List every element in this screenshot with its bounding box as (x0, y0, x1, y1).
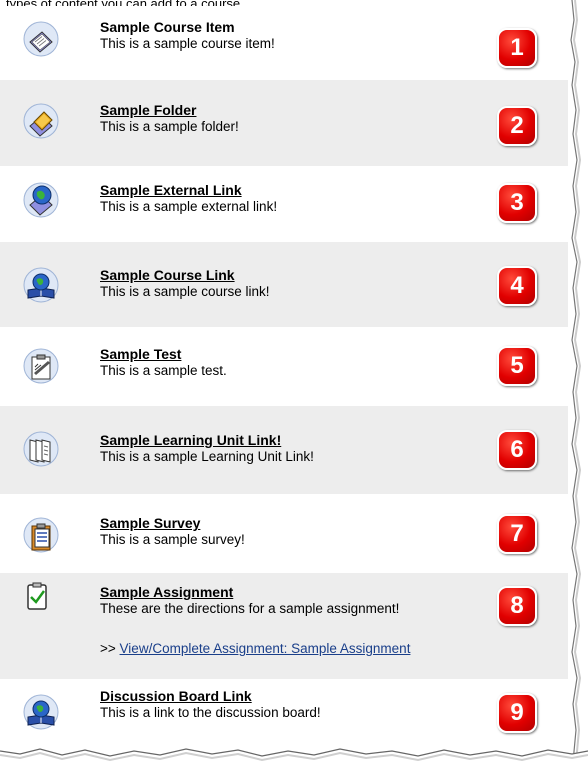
course-content-list-screenshot: types of content you can add to a course… (0, 0, 588, 773)
item-title-link[interactable]: Sample External Link (100, 182, 478, 199)
course-link-icon (22, 266, 60, 304)
number-badge: 9 (497, 693, 537, 733)
torn-edge-right (568, 0, 582, 773)
item-description: This is a sample course item! (100, 36, 275, 51)
item-text: Sample Learning Unit Link! This is a sam… (100, 432, 478, 465)
item-title-link[interactable]: Sample Survey (100, 515, 478, 532)
list-item: Sample Test This is a sample test. 5 (0, 327, 568, 406)
number-badge: 5 (497, 346, 537, 386)
number-badge: 3 (497, 183, 537, 223)
folder-icon (22, 102, 60, 140)
item-text: Sample Course Link This is a sample cour… (100, 267, 478, 300)
item-description: These are the directions for a sample as… (100, 601, 400, 616)
item-text: Discussion Board Link This is a link to … (100, 688, 478, 721)
learning-unit-icon (22, 430, 60, 468)
item-text: Sample External Link This is a sample ex… (100, 182, 478, 215)
item-description: This is a sample test. (100, 363, 227, 378)
item-text: Sample Survey This is a sample survey! (100, 515, 478, 548)
course-item-icon (22, 20, 60, 58)
item-description: This is a sample survey! (100, 532, 245, 547)
item-title-link[interactable]: Sample Folder (100, 102, 478, 119)
item-text: Sample Test This is a sample test. (100, 346, 478, 379)
number-badge: 4 (497, 266, 537, 306)
number-badge: 8 (497, 586, 537, 626)
number-badge: 7 (497, 514, 537, 554)
survey-icon (22, 516, 60, 554)
item-description: This is a sample folder! (100, 119, 239, 134)
list-item: Sample Survey This is a sample survey! 7 (0, 494, 568, 573)
number-badge: 1 (497, 28, 537, 68)
list-item: Sample Assignment These are the directio… (0, 573, 568, 679)
external-link-icon (22, 181, 60, 219)
item-text: Sample Course Item This is a sample cour… (100, 19, 478, 52)
item-title-link[interactable]: Sample Assignment (100, 584, 498, 601)
item-description: This is a sample course link! (100, 284, 270, 299)
item-description: This is a sample external link! (100, 199, 278, 214)
item-description: This is a link to the discussion board! (100, 705, 321, 720)
item-description: This is a sample Learning Unit Link! (100, 449, 314, 464)
number-badge: 2 (497, 106, 537, 146)
content-items-list: Sample Course Item This is a sample cour… (0, 6, 568, 739)
torn-edge-bottom (0, 748, 588, 773)
list-item: Discussion Board Link This is a link to … (0, 679, 568, 739)
item-title-link[interactable]: Discussion Board Link (100, 688, 478, 705)
test-icon (22, 347, 60, 385)
list-item: Sample Course Link This is a sample cour… (0, 242, 568, 327)
list-item: Sample Learning Unit Link! This is a sam… (0, 406, 568, 494)
view-assignment-row: >> View/Complete Assignment: Sample Assi… (100, 641, 410, 657)
assignment-icon (18, 577, 56, 615)
list-item: Sample External Link This is a sample ex… (0, 166, 568, 242)
view-complete-assignment-link[interactable]: View/Complete Assignment: Sample Assignm… (120, 641, 411, 656)
item-title-link[interactable]: Sample Learning Unit Link! (100, 432, 478, 449)
number-badge: 6 (497, 430, 537, 470)
item-title-link[interactable]: Sample Course Link (100, 267, 478, 284)
item-text: Sample Assignment These are the directio… (100, 584, 498, 617)
item-title-link[interactable]: Sample Test (100, 346, 478, 363)
sublink-prefix: >> (100, 641, 116, 656)
item-text: Sample Folder This is a sample folder! (100, 102, 478, 135)
list-item: Sample Course Item This is a sample cour… (0, 6, 568, 80)
discussion-board-icon (22, 693, 60, 731)
list-item: Sample Folder This is a sample folder! 2 (0, 80, 568, 166)
item-title: Sample Course Item (100, 19, 235, 35)
